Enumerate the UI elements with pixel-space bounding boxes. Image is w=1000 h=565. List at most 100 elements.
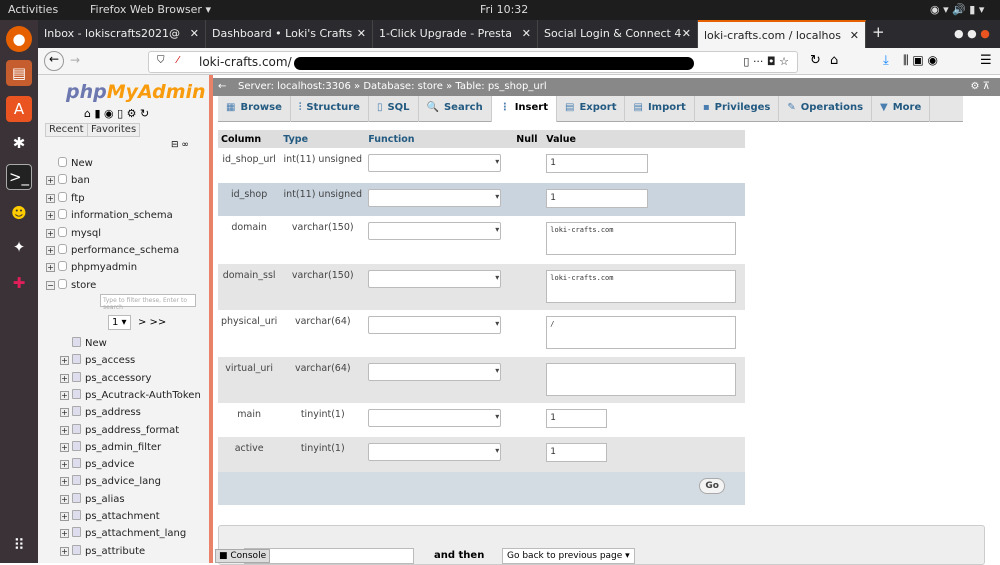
close-icon[interactable]: ✕ [522, 27, 531, 40]
expand-icon[interactable]: + [60, 390, 69, 400]
tab-export[interactable]: ▤ Export [557, 96, 626, 122]
close-icon[interactable]: ✕ [850, 29, 859, 42]
tab-social-login[interactable]: Social Login & Connect 4 ✕ [538, 20, 698, 48]
expand-icon[interactable]: + [46, 193, 55, 203]
expand-icon[interactable]: + [60, 460, 69, 470]
expand-icon[interactable]: + [46, 176, 55, 186]
expand-icon[interactable]: + [60, 494, 69, 504]
table-ps_attribute[interactable]: + ps_attribute [60, 544, 145, 557]
db-phpmyadmin[interactable]: + phpmyadmin [46, 261, 137, 273]
db-New[interactable]: New [46, 157, 93, 169]
window-controls[interactable]: ● ● ● [948, 20, 1000, 48]
url-bar[interactable]: ⛉ ⁄ loki-crafts.com/ ▯ ··· ◘ ☆ [148, 51, 798, 73]
function-select[interactable] [368, 270, 502, 288]
table-ps_access[interactable]: + ps_access [60, 354, 135, 366]
new-tab-button[interactable]: + [866, 20, 890, 48]
expand-icon[interactable]: + [46, 263, 55, 273]
tab-import[interactable]: ▤ Import [625, 96, 695, 122]
tab-insert[interactable]: ⋮ Insert [491, 96, 557, 122]
expand-icon[interactable]: + [60, 512, 69, 521]
recent-button[interactable]: Recent [45, 123, 88, 137]
tab-sql[interactable]: ▯ SQL [369, 96, 419, 122]
expand-icon[interactable]: + [60, 477, 69, 487]
value-textarea[interactable]: loki-crafts.com [546, 222, 737, 255]
db-store[interactable]: − store [46, 278, 96, 291]
tab-privileges[interactable]: ▪ Privileges [695, 96, 780, 122]
page-select[interactable]: 1 ▾ [108, 315, 131, 330]
table-New[interactable]: New [60, 337, 107, 349]
table-ps_accessory[interactable]: + ps_accessory [60, 371, 151, 384]
after-insert-select[interactable]: Go back to previous page ▾ [502, 548, 635, 564]
menu-icon[interactable]: ☰ [980, 53, 992, 68]
db-performance_schema[interactable]: + performance_schema [46, 244, 179, 256]
expand-icon[interactable]: + [60, 373, 69, 383]
function-select[interactable] [368, 154, 502, 172]
value-textarea[interactable] [546, 363, 737, 396]
terminal-icon[interactable]: >_ [6, 164, 32, 190]
sidebar-icons[interactable]: ⌂ ▮ ◉ ▯ ⚙ ↻ [84, 107, 149, 120]
shield-icon[interactable]: ⛉ [157, 55, 165, 66]
clock[interactable]: Fri 10:32 [480, 3, 528, 16]
tab-phpmyadmin[interactable]: loki-crafts.com / localhos ✕ [698, 20, 866, 48]
toolbar-icons[interactable]: ⫼ ▣ ◉ [903, 53, 938, 68]
table-ps_advice[interactable]: + ps_advice [60, 458, 134, 470]
expand-icon[interactable]: + [46, 211, 55, 221]
function-select[interactable] [368, 189, 502, 207]
tab-more[interactable]: ▼ More [872, 96, 931, 122]
favorites-button[interactable]: Favorites [87, 123, 141, 137]
db-information_schema[interactable]: + information_schema [46, 209, 173, 221]
app-menu[interactable]: Firefox Web Browser ▾ [90, 3, 211, 16]
apps-grid-icon[interactable]: ⠿ [6, 532, 32, 558]
table-ps_attachment_lang[interactable]: + ps_attachment_lang [60, 527, 186, 539]
table-ps_admin_filter[interactable]: + ps_admin_filter [60, 440, 161, 453]
expand-icon[interactable]: + [46, 228, 55, 238]
go-button[interactable]: Go [699, 478, 725, 494]
files-icon[interactable]: ▤ [6, 60, 32, 86]
app-icon[interactable]: ✦ [6, 234, 32, 260]
function-select[interactable] [368, 222, 502, 240]
tab-structure[interactable]: ⫶ Structure [291, 96, 369, 122]
breadcrumb-database[interactable]: Database: store [363, 81, 443, 92]
reload-icon[interactable]: ↻ [810, 53, 821, 68]
activities-button[interactable]: Activities [8, 3, 58, 16]
tab-browse[interactable]: ▦ Browse [218, 96, 291, 122]
collapse-link-icons[interactable]: ⊟ ∞ [171, 140, 189, 150]
db-mysql[interactable]: + mysql [46, 226, 101, 239]
function-select[interactable] [368, 443, 502, 461]
table-ps_address[interactable]: + ps_address [60, 406, 141, 418]
function-select[interactable] [368, 316, 502, 334]
expand-icon[interactable]: + [60, 425, 69, 435]
tab-inbox[interactable]: Inbox - lokiscrafts2021@ ✕ [38, 20, 206, 48]
home-icon[interactable]: ⌂ [830, 53, 838, 68]
forward-button[interactable]: → [70, 53, 80, 67]
table-ps_attachment[interactable]: + ps_attachment [60, 510, 160, 522]
close-icon[interactable]: ✕ [190, 27, 199, 40]
value-input[interactable]: 1 [546, 189, 649, 208]
table-ps_address_format[interactable]: + ps_address_format [60, 423, 179, 436]
status-icons[interactable]: ◉ ▾ 🔊 ▮ ▾ [930, 3, 984, 16]
software-icon[interactable]: A [6, 96, 32, 122]
value-input[interactable]: 1 [546, 154, 649, 173]
table-ps_alias[interactable]: + ps_alias [60, 492, 125, 505]
tab-operations[interactable]: ✎ Operations [779, 96, 873, 122]
tab-upgrade[interactable]: 1-Click Upgrade - Presta ✕ [373, 20, 538, 48]
page-actions[interactable]: ▯ ··· ◘ ☆ [743, 55, 789, 68]
value-textarea[interactable]: / [546, 316, 737, 349]
settings-icon[interactable]: ⚙ ⊼ [971, 81, 990, 92]
back-button[interactable]: ← [44, 51, 64, 71]
db-ftp[interactable]: + ftp [46, 191, 85, 204]
function-select[interactable] [368, 409, 502, 427]
tool-icon[interactable]: ✱ [6, 130, 32, 156]
table-ps_Acutrack-AuthToken[interactable]: + ps_Acutrack-AuthToken [60, 388, 201, 401]
tab-dashboard[interactable]: Dashboard • Loki's Crafts ✕ [206, 20, 373, 48]
close-icon[interactable]: ✕ [682, 27, 691, 40]
breadcrumb-server[interactable]: Server: localhost:3306 [238, 81, 351, 92]
value-input[interactable]: 1 [546, 409, 608, 428]
expand-icon[interactable]: + [60, 442, 69, 452]
filezilla-icon[interactable]: ☻ [6, 200, 32, 226]
download-icon[interactable]: ⤓ [883, 53, 889, 68]
breadcrumb-table[interactable]: Table: ps_shop_url [455, 81, 546, 92]
table-filter-input[interactable]: Type to filter these, Enter to search [100, 294, 196, 311]
tab-search[interactable]: 🔍 Search [419, 96, 492, 122]
pager-next[interactable]: > >> [138, 317, 166, 328]
